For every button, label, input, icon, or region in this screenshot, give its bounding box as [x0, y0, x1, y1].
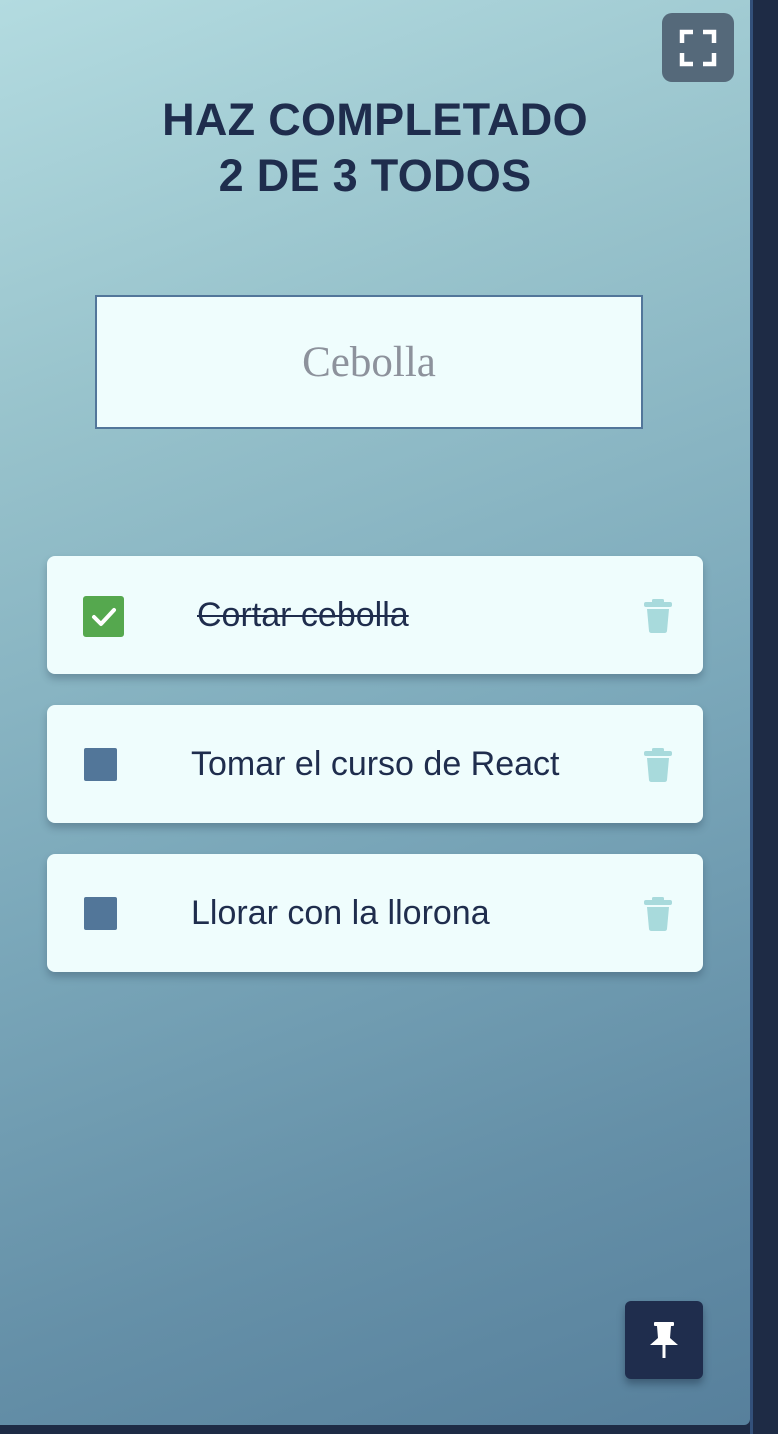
title-line-completed: HAZ COMPLETADO — [162, 94, 588, 145]
todo-item: Cortar cebolla — [47, 556, 703, 674]
window-edge-divider — [750, 0, 753, 1434]
delete-todo-button[interactable] — [641, 896, 675, 932]
fullscreen-button[interactable] — [662, 13, 734, 82]
todo-app-panel: HAZ COMPLETADO 2 DE 3 TODOS Cortar cebol… — [0, 0, 750, 1425]
todo-list: Cortar cebolla Tomar el curso de React L… — [47, 556, 703, 1003]
todo-text: Llorar con la llorona — [191, 894, 490, 932]
todo-checkbox[interactable] — [84, 748, 117, 781]
todo-text: Cortar cebolla — [197, 596, 409, 634]
delete-todo-button[interactable] — [641, 598, 675, 634]
todo-item: Tomar el curso de React — [47, 705, 703, 823]
trash-icon — [644, 599, 672, 633]
delete-todo-button[interactable] — [641, 747, 675, 783]
todo-checkbox[interactable] — [84, 897, 117, 930]
page-title: HAZ COMPLETADO 2 DE 3 TODOS — [0, 92, 750, 204]
fullscreen-icon — [679, 29, 717, 66]
todo-item: Llorar con la llorona — [47, 854, 703, 972]
create-todo-button[interactable] — [625, 1301, 703, 1379]
title-line-count: 2 DE 3 TODOS — [218, 150, 532, 201]
todo-checkbox-checked[interactable] — [83, 596, 124, 637]
check-icon — [91, 607, 116, 626]
pin-icon — [650, 1322, 678, 1358]
trash-icon — [644, 897, 672, 931]
trash-icon — [644, 748, 672, 782]
todo-text: Tomar el curso de React — [191, 745, 560, 783]
search-input[interactable] — [95, 295, 643, 429]
